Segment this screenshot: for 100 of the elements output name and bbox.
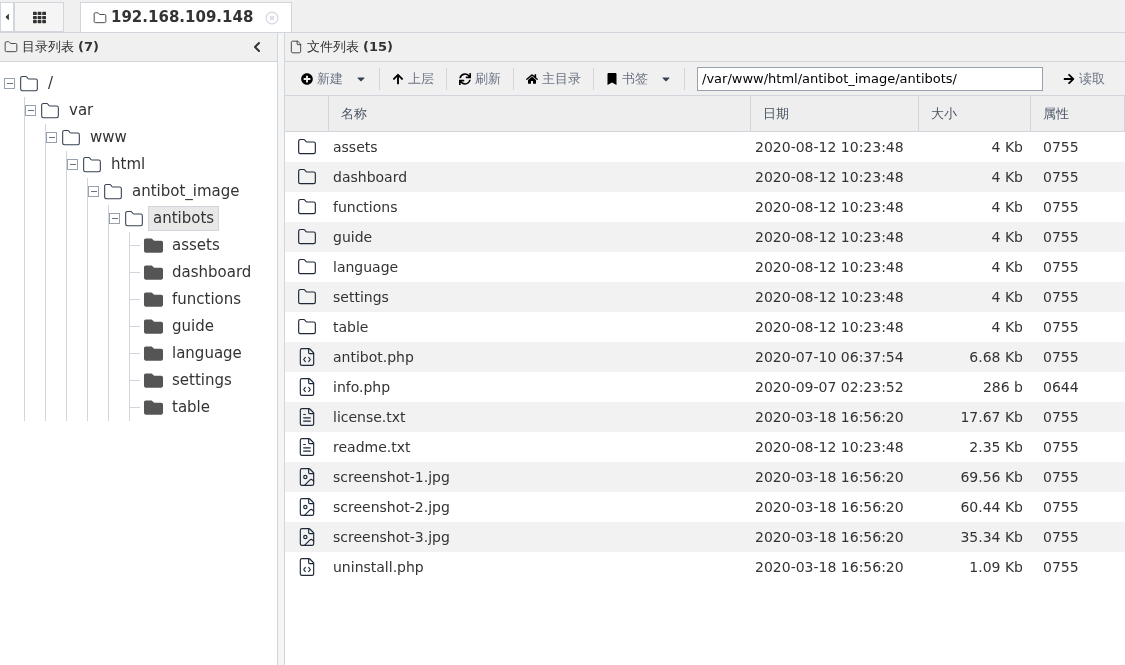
- file-count: (15): [363, 38, 393, 57]
- tree-item[interactable]: guide: [167, 314, 219, 339]
- file-mode: 0644: [1042, 377, 1080, 397]
- file-row[interactable]: settings 2020-08-12 10:23:48 4 Kb 0755: [285, 282, 1125, 312]
- column-header[interactable]: 名称: [329, 96, 751, 131]
- file-name: screenshot-3.jpg: [332, 527, 451, 547]
- file-row[interactable]: screenshot-3.jpg 2020-03-18 16:56:20 35.34 Kb 0755: [285, 522, 1125, 552]
- file-mode: 0755: [1042, 407, 1080, 427]
- file-size: 2.35 Kb: [968, 437, 1024, 457]
- column-header[interactable]: 大小: [919, 96, 1031, 131]
- file-date: 2020-03-18 16:56:20: [754, 407, 905, 427]
- file-date: 2020-08-12 10:23:48: [754, 167, 905, 187]
- file-size: 1.09 Kb: [968, 557, 1024, 577]
- file-name: uninstall.php: [332, 557, 425, 577]
- file-mode: 0755: [1042, 167, 1080, 187]
- file-date: 2020-08-12 10:23:48: [754, 317, 905, 337]
- file-size: 69.56 Kb: [959, 467, 1024, 487]
- file-row[interactable]: antibot.php 2020-07-10 06:37:54 6.68 Kb 0755: [285, 342, 1125, 372]
- file-name: info.php: [332, 377, 392, 397]
- read-button[interactable]: 读取: [1055, 65, 1113, 92]
- toolbar-button[interactable]: 书签: [598, 65, 680, 92]
- file-name: guide: [332, 227, 374, 247]
- folder-icon: [103, 181, 123, 202]
- folder-icon: [19, 73, 39, 94]
- code-file-icon: [297, 347, 317, 367]
- file-row[interactable]: screenshot-1.jpg 2020-03-18 16:56:20 69.56 Kb 0755: [285, 462, 1125, 492]
- tree-item[interactable]: settings: [167, 368, 237, 393]
- file-size: 4 Kb: [990, 137, 1024, 157]
- file-date: 2020-03-18 16:56:20: [754, 527, 905, 547]
- folder-icon: [297, 287, 317, 307]
- file-size: 286 b: [981, 377, 1024, 397]
- folder-icon: [124, 208, 144, 229]
- file-mode: 0755: [1042, 467, 1080, 487]
- file-name: license.txt: [332, 407, 407, 427]
- arrow-up-icon: [392, 72, 404, 85]
- file-size: 35.34 Kb: [959, 527, 1024, 547]
- file-mode: 0755: [1042, 287, 1080, 307]
- collapse-toggle[interactable]: [46, 132, 57, 143]
- tree-item[interactable]: functions: [167, 287, 247, 312]
- tree-item[interactable]: assets: [167, 233, 225, 258]
- toolbar-button[interactable]: 刷新: [451, 65, 509, 92]
- apps-button[interactable]: [14, 2, 64, 32]
- tree-item[interactable]: language: [167, 341, 247, 366]
- collapse-toggle[interactable]: [4, 78, 15, 89]
- folder-icon: [61, 127, 81, 148]
- tree-item[interactable]: table: [167, 395, 215, 420]
- tree-item[interactable]: antibots: [148, 206, 220, 231]
- file-size: 4 Kb: [990, 227, 1024, 247]
- collapse-toggle[interactable]: [88, 186, 99, 197]
- file-size: 60.44 Kb: [959, 497, 1024, 517]
- bookmark-icon: [606, 72, 618, 85]
- collapse-toggle[interactable]: [109, 213, 120, 224]
- file-name: assets: [332, 137, 379, 157]
- grid-icon: [32, 10, 46, 24]
- folder-icon: [82, 154, 102, 175]
- toolbar-button[interactable]: 新建: [293, 65, 375, 92]
- path-field[interactable]: /var/www/html/antibot_image/antibots/: [697, 66, 1043, 91]
- refresh-icon: [459, 72, 471, 85]
- file-size: 4 Kb: [990, 197, 1024, 217]
- collapse-toggle[interactable]: [25, 105, 36, 116]
- file-date: 2020-03-18 16:56:20: [754, 467, 905, 487]
- file-mode: 0755: [1042, 347, 1080, 367]
- tree-item[interactable]: html: [106, 152, 151, 177]
- directory-count: (7): [78, 38, 99, 57]
- folder-icon: [144, 344, 163, 363]
- folder-icon: [144, 236, 163, 255]
- tree-item[interactable]: antibot_image: [127, 179, 245, 204]
- file-icon: [289, 40, 303, 54]
- file-name: antibot.php: [332, 347, 415, 367]
- file-name: dashboard: [332, 167, 409, 187]
- file-row[interactable]: license.txt 2020-03-18 16:56:20 17.67 Kb 0755: [285, 402, 1125, 432]
- file-row[interactable]: guide 2020-08-12 10:23:48 4 Kb 0755: [285, 222, 1125, 252]
- collapse-toggle[interactable]: [67, 159, 78, 170]
- file-mode: 0755: [1042, 227, 1080, 247]
- folder-icon: [144, 371, 163, 390]
- code-file-icon: [297, 377, 317, 397]
- tree-item[interactable]: www: [85, 125, 132, 150]
- file-mode: 0755: [1042, 197, 1080, 217]
- file-name: table: [332, 317, 370, 337]
- folder-icon: [40, 100, 60, 121]
- file-date: 2020-07-10 06:37:54: [754, 347, 905, 367]
- toolbar-button[interactable]: 上层: [384, 65, 442, 92]
- file-date: 2020-08-12 10:23:48: [754, 197, 905, 217]
- connection-tab[interactable]: 192.168.109.148: [80, 2, 293, 32]
- folder-icon: [297, 137, 317, 157]
- tree-item[interactable]: var: [64, 98, 99, 123]
- folder-icon: [144, 263, 163, 282]
- file-date: 2020-08-12 10:23:48: [754, 257, 905, 277]
- column-header[interactable]: 日期: [751, 96, 919, 131]
- file-mode: 0755: [1042, 257, 1080, 277]
- toolbar-button[interactable]: 主目录: [518, 65, 589, 92]
- folder-icon: [93, 10, 107, 25]
- home-icon: [526, 72, 538, 85]
- folder-icon: [297, 317, 317, 337]
- column-header[interactable]: 属性: [1031, 96, 1125, 131]
- file-row[interactable]: dashboard 2020-08-12 10:23:48 4 Kb 0755: [285, 162, 1125, 192]
- tree-item[interactable]: dashboard: [167, 260, 257, 285]
- scroll-left-button[interactable]: [0, 2, 14, 32]
- tree-item[interactable]: /: [43, 71, 59, 96]
- file-date: 2020-08-12 10:23:48: [754, 227, 905, 247]
